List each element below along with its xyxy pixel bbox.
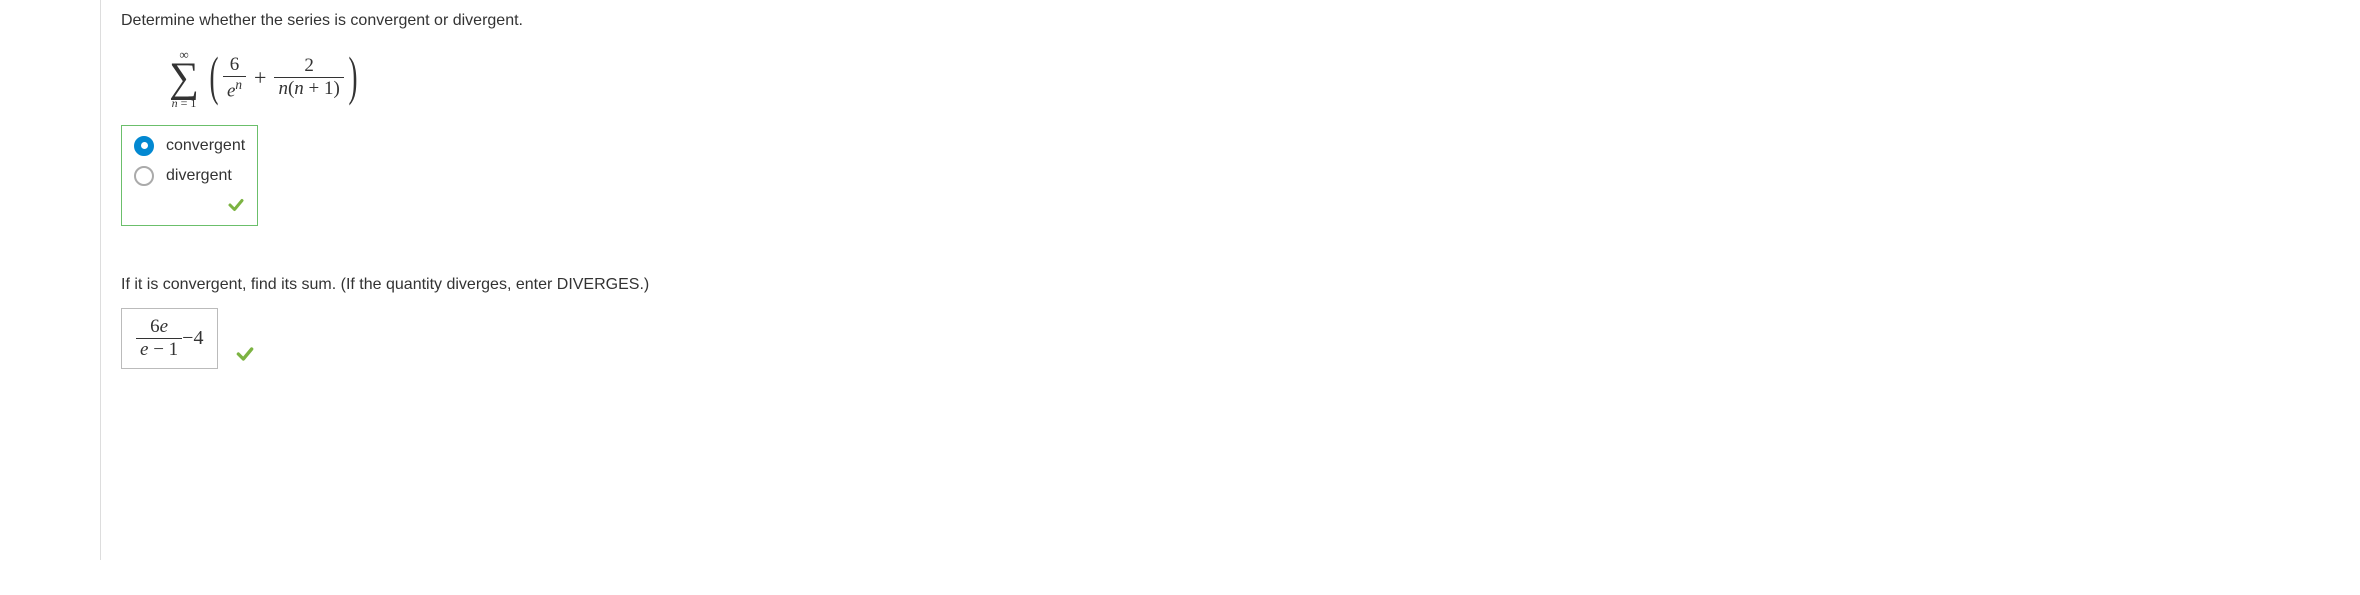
fraction-term-2: 2 n(n + 1) <box>274 56 343 100</box>
sigma-symbol: ∞ ∑ n = 1 <box>169 48 199 109</box>
answer-correct-check-icon <box>235 344 255 369</box>
choice-divergent[interactable]: divergent <box>134 166 245 186</box>
choice-label-divergent: divergent <box>166 167 232 185</box>
question-prompt: Determine whether the series is converge… <box>121 12 2280 30</box>
fraction-term-1: 6 en <box>223 55 246 102</box>
radio-selected-icon[interactable] <box>134 136 154 156</box>
series-expression: ∞ ∑ n = 1 ( 6 en + 2 n(n + 1) ) <box>169 48 2280 109</box>
sigma-lower-limit: n = 1 <box>172 97 197 109</box>
plus-operator: + <box>254 65 266 91</box>
multiple-choice-block: convergent divergent <box>121 125 258 226</box>
choice-label-convergent: convergent <box>166 137 245 155</box>
correct-check-icon <box>134 196 245 219</box>
answer-constant: 4 <box>193 327 203 350</box>
followup-prompt: If it is convergent, find its sum. (If t… <box>121 276 2280 294</box>
choice-convergent[interactable]: convergent <box>134 136 245 156</box>
sigma-glyph: ∑ <box>169 61 199 97</box>
sum-answer-input[interactable]: 6e e − 1 − 4 <box>121 308 218 370</box>
answer-fraction: 6e e − 1 <box>136 317 182 361</box>
answer-row: 6e e − 1 − 4 <box>121 308 2280 370</box>
question-panel: Determine whether the series is converge… <box>100 0 2300 560</box>
answer-minus: − <box>182 327 193 350</box>
radio-unselected-icon[interactable] <box>134 166 154 186</box>
